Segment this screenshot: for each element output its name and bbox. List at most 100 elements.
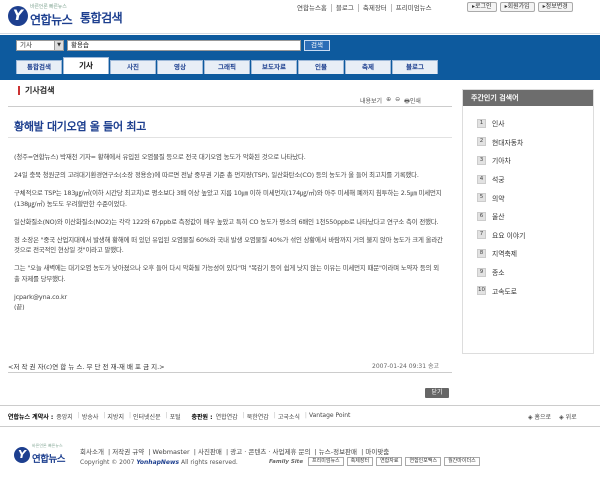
band-divider [0,77,600,80]
article-paragraph: 정 소장은 "중국 산업지대에서 발생해 황해에 떠 있던 유입된 오염물질 6… [14,235,443,255]
tab-festivals[interactable]: 축제 [345,60,391,74]
partner-link[interactable]: 방송사 [82,412,99,421]
keyword-label: 울산 [492,213,505,222]
search-scope-value: 기사 [20,41,32,49]
family-site-button[interactable]: 월간마이더스 [444,457,480,466]
tab-people[interactable]: 인물 [298,60,344,74]
home-link[interactable]: ◈ 흠으로 [528,412,551,421]
publication-label: 충판원 : [191,414,213,421]
rank-badge: 3 [477,155,486,165]
publication-link[interactable]: 연합연감 [216,412,238,421]
family-sites: Family Site 프리미엄뉴스 축제장터 연합자료 연합인포맥스 월간마이… [269,457,480,466]
close-button[interactable]: 닫기 [425,388,449,398]
tab-blogs[interactable]: 블로그 [392,60,438,74]
footer-link[interactable]: 저작권 규약 [112,448,144,456]
rank-badge: 4 [477,174,486,184]
print-label: 인쇄 [409,98,421,105]
tab-press-releases[interactable]: 보도자료 [251,60,297,74]
family-site-button[interactable]: 연합인포맥스 [405,457,442,466]
keyword-item[interactable]: 1 인사 [477,114,593,133]
keyword-label: 고속도로 [492,287,518,296]
partner-link[interactable]: 지방지 [107,412,124,421]
account-buttons: ▸로그인 ▸회원가입 ▸정보변경 [467,2,573,12]
search-input[interactable]: 황용습 [67,40,301,51]
article-end-mark: (끝) [14,303,25,311]
service-title[interactable]: 통합검색 [80,9,123,26]
top-link-premium[interactable]: 프리미엄뉴스 [392,4,436,12]
rank-badge: 1 [477,118,486,128]
keyword-label: 종소 [492,269,505,278]
keyword-item[interactable]: 5 의약 [477,188,593,207]
keyword-label: 현대자동차 [492,138,524,147]
footer-link[interactable]: 광고 · 콘텐츠 · 사업제휴 문의 [230,448,310,456]
tab-articles[interactable]: 기사 [63,57,109,74]
footer-link[interactable]: 사진판매 [198,448,222,456]
top-link-home[interactable]: 연합뉴스홈 [293,4,332,12]
tab-photos[interactable]: 사진 [110,60,156,74]
tab-graphics[interactable]: 그래픽 [204,60,250,74]
keyword-label: 인사 [492,120,505,129]
footer-link[interactable]: 마이맞춤 [365,448,389,456]
logo-slogan: 바른언론 빠른뉴스 [30,4,67,10]
publication-link[interactable]: Vantage Point [309,412,350,421]
edit-profile-button[interactable]: ▸정보변경 [537,2,573,12]
top-link-blog[interactable]: 블로그 [332,4,359,12]
category-tabs: 통합검색 기사 사진 영상 그래픽 보도자료 인물 축제 블로그 [16,57,438,74]
article-date: 2007-01-24 09:31 송고 [372,363,440,370]
family-site-button[interactable]: 축제장터 [346,457,374,466]
keyword-item[interactable]: 4 석궁 [477,170,593,189]
article-body: (청주=연합뉴스) 박재천 기자= 황해에서 유입된 오염물질 등으로 전국 대… [14,152,444,313]
keyword-item[interactable]: 2 현대자동차 [477,133,593,152]
keyword-list: 1 인사 2 현대자동차 3 기아차 4 석궁 5 의약 6 울산 7 요요 이야기 8 지역축… [463,106,593,300]
tab-all[interactable]: 통합검색 [16,60,62,74]
divider [0,405,600,406]
footer-link[interactable]: 뉴스-정보판매 [319,448,357,456]
rank-badge: 7 [477,230,486,240]
footer-logo[interactable]: 바른언론 빠른뉴스 Y 연합뉴스 [14,443,74,467]
article-headline: 황해발 대기오염 올 들어 최고 [14,120,146,133]
publication-link[interactable]: 북한연감 [247,412,269,421]
logo-mark-icon: Y [14,447,30,463]
family-site-label: Family Site [269,458,304,465]
copyright-notice: <저 작 권 자(c)연 합 뉴 스. 무 단 전 재-재 배 포 금 지.> [8,363,165,371]
footer-link[interactable]: Webmaster [153,448,190,456]
header: 바른언론 빠른뉴스 Y 연합뉴스 통합검색 연합뉴스홈 블로그 축제장터 프리미… [0,0,600,34]
footer-link[interactable]: 회사소개 [80,448,104,456]
reporter-email[interactable]: jcpark@yna.co.kr [14,292,444,303]
search-scope-select[interactable]: 기사 ▼ [16,40,64,51]
family-site-button[interactable]: 연합자료 [376,457,403,466]
back-to-top-link[interactable]: ◈ 위로 [559,412,577,421]
keyword-item[interactable]: 9 종소 [477,263,593,282]
keyword-item[interactable]: 7 요요 이야기 [477,226,593,245]
logo-name: 연합뉴스 [30,13,73,27]
rank-badge: 10 [477,286,486,296]
logo-name: 연합뉴스 [32,454,65,465]
divider [0,426,600,427]
keyword-item[interactable]: 8 지역축제 [477,244,593,263]
partner-link[interactable]: 인터넷신문 [133,412,161,421]
top-links: 연합뉴스홈 블로그 축제장터 프리미엄뉴스 [293,4,436,12]
rank-badge: 8 [477,248,486,258]
article-paragraph: 일산화질소(NO)와 이산화질소(NO2)는 각각 122와 67ppb로 측정… [14,217,439,226]
top-link-festival[interactable]: 축제장터 [359,4,392,12]
family-site-button[interactable]: 프리미엄뉴스 [308,457,344,466]
rank-badge: 6 [477,211,486,221]
login-button[interactable]: ▸로그인 [467,2,497,12]
keyword-item[interactable]: 6 울산 [477,207,593,226]
chevron-down-icon[interactable]: ▼ [54,41,63,50]
search-button[interactable]: 검색 [304,40,330,51]
signup-button[interactable]: ▸회원가입 [499,2,535,12]
rank-badge: 5 [477,193,486,203]
article-paragraph: 24일 충북 청원군의 고려대기환경연구소(소장 정용승)에 따르면 전날 중부… [14,171,419,179]
tab-video[interactable]: 영상 [157,60,203,74]
panel-title: 주간인기 검색어 [463,90,593,106]
partner-link[interactable]: 중앙지 [56,412,73,421]
partner-link[interactable]: 포털 [170,412,181,421]
keyword-item[interactable]: 10 고속도로 [477,281,593,300]
publication-link[interactable]: 고국소식 [278,412,300,421]
popular-keywords-panel: 주간인기 검색어 1 인사 2 현대자동차 3 기아차 4 석궁 5 의약 6 울산 7 요요… [462,89,594,354]
divider [8,137,452,138]
divider [8,106,452,107]
article-paragraph: 그는 "오늘 새벽에는 대기오염 농도가 낮아졌으나 오후 들어 다시 악화될 … [14,264,439,283]
keyword-item[interactable]: 3 기아차 [477,151,593,170]
